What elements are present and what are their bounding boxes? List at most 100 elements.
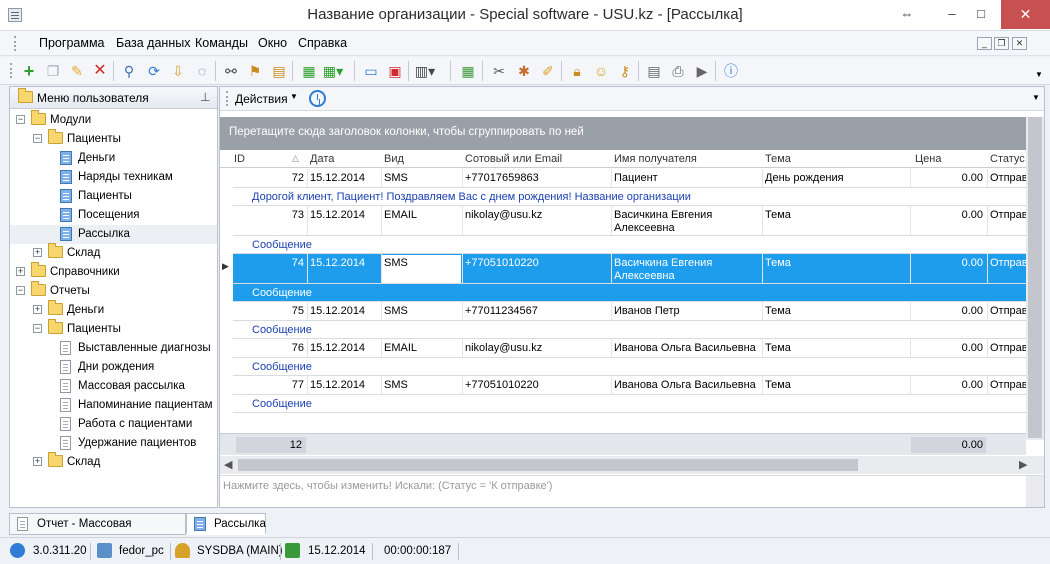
group-by-area[interactable]: Перетащите сюда заголовок колонки, чтобы… xyxy=(220,117,1026,150)
tree-item[interactable]: Массовая рассылка xyxy=(10,377,217,396)
pin-icon[interactable]: ⊥ xyxy=(200,90,210,104)
table-row[interactable]: 72 15.12.2014 SMS +77017659863 Пациент День р… xyxy=(233,169,1028,206)
toolbar-overflow-icon[interactable]: ▼ xyxy=(1030,66,1048,84)
refresh-icon[interactable]: ⟳ xyxy=(145,62,163,80)
tree-item[interactable]: Напоминание пациентам xyxy=(10,396,217,415)
menu-commands[interactable]: Команды xyxy=(195,36,248,50)
tree-item[interactable]: Пациенты xyxy=(10,187,217,206)
notepad-icon[interactable]: ✐ xyxy=(539,62,557,80)
play-icon[interactable]: ▶ xyxy=(693,62,711,80)
tree-item[interactable]: Дни рождения xyxy=(10,358,217,377)
users-icon[interactable]: ☺ xyxy=(592,62,610,80)
edit-icon[interactable]: ✎ xyxy=(68,62,86,80)
tab-mass-mailing-report[interactable]: Отчет - Массовая рассылка xyxy=(9,513,186,550)
collapse-icon[interactable]: − xyxy=(33,134,42,143)
tree-item[interactable]: − Пациенты xyxy=(10,129,217,149)
calendar-icon[interactable]: ▦ xyxy=(459,62,477,80)
actions-dropdown[interactable]: Действия xyxy=(235,92,288,106)
tree-item[interactable]: Выставленные диагнозы xyxy=(10,339,217,358)
filter-scrollbar[interactable] xyxy=(1026,476,1044,507)
mdi-minimize-button[interactable]: _ xyxy=(977,37,992,50)
tree-item[interactable]: − Пациенты xyxy=(10,319,217,339)
import-icon[interactable]: ⇩ xyxy=(169,62,187,80)
window-icon[interactable]: ▭ xyxy=(362,62,380,80)
copy-icon[interactable]: ❐ xyxy=(44,62,62,80)
horizontal-scroll-thumb[interactable] xyxy=(238,459,858,471)
table-row[interactable]: 73 15.12.2014 EMAIL nikolay@usu.kz Васичкина… xyxy=(233,206,1028,254)
column-header-id[interactable]: ID xyxy=(234,153,245,165)
tree-item[interactable]: Работа с пациентами xyxy=(10,415,217,434)
tree-item[interactable]: − Модули xyxy=(10,110,217,130)
export-menu-icon[interactable]: ▦▾ xyxy=(323,62,343,80)
tree-item[interactable]: Посещения xyxy=(10,206,217,225)
lock-icon[interactable]: 🔒︎ xyxy=(568,62,586,80)
tree-item[interactable]: + Склад xyxy=(10,243,217,263)
maximize-button[interactable]: □ xyxy=(958,0,1004,29)
clock-icon[interactable] xyxy=(309,90,326,107)
horizontal-scrollbar[interactable]: ◀ ▶ xyxy=(220,456,1044,474)
filter-icon[interactable]: ⚑ xyxy=(246,62,264,80)
export-icon[interactable]: ▤ xyxy=(270,62,288,80)
expand-icon[interactable]: + xyxy=(16,267,25,276)
key-icon[interactable]: ⚷ xyxy=(616,62,634,80)
tree-item[interactable]: Деньги xyxy=(10,149,217,168)
collapse-icon[interactable]: − xyxy=(16,115,25,124)
table-row[interactable]: 76 15.12.2014 EMAIL nikolay@usu.kz Иванова О… xyxy=(233,339,1028,376)
tree-item[interactable]: Удержание пациентов xyxy=(10,434,217,453)
excel-icon[interactable]: ▦ xyxy=(300,62,318,80)
info-icon[interactable]: ⓘ xyxy=(722,62,740,80)
column-header-topic[interactable]: Тема xyxy=(765,153,791,165)
menu-program[interactable]: Программа xyxy=(39,36,105,50)
tree-item[interactable]: + Склад xyxy=(10,452,217,472)
collapse-icon[interactable]: − xyxy=(16,286,25,295)
tree-item[interactable]: − Отчеты xyxy=(10,281,217,301)
table-row[interactable]: ▶ 74 15.12.2014 SMS +77051010220 Васичкина Ев… xyxy=(222,254,1028,302)
column-icon[interactable]: ▥▾ xyxy=(415,62,435,80)
chevron-down-icon[interactable]: ▼ xyxy=(290,92,298,101)
column-header-status[interactable]: Статус xyxy=(990,153,1025,165)
column-header-contact[interactable]: Сотовый или Email xyxy=(465,153,562,165)
filter-text[interactable]: Нажмите здесь, чтобы изменить! Искали: (… xyxy=(223,480,552,492)
toolbar-grip[interactable] xyxy=(10,63,14,78)
delete-icon[interactable]: ✕ xyxy=(91,62,109,80)
expand-icon[interactable]: + xyxy=(33,305,42,314)
menu-grip[interactable] xyxy=(14,36,18,51)
menu-database[interactable]: База данных xyxy=(116,36,190,50)
mdi-close-button[interactable]: ✕ xyxy=(1012,37,1027,50)
collapse-icon[interactable]: − xyxy=(33,324,42,333)
scroll-left-icon[interactable]: ◀ xyxy=(224,458,232,471)
close-button[interactable]: ✕ xyxy=(1001,0,1050,29)
tree-item[interactable]: Наряды техникам xyxy=(10,168,217,187)
actionbar-overflow-icon[interactable]: ▼ xyxy=(1032,93,1040,102)
paint-icon[interactable]: ✱ xyxy=(515,62,533,80)
vertical-scrollbar[interactable] xyxy=(1026,117,1044,440)
table-row[interactable]: 77 15.12.2014 SMS +77051010220 Иванова Ольга… xyxy=(233,376,1028,413)
scroll-right-icon[interactable]: ▶ xyxy=(1019,458,1027,471)
mdi-restore-button[interactable]: ❐ xyxy=(994,37,1009,50)
expand-icon[interactable]: + xyxy=(33,248,42,257)
tab-mailing[interactable]: Рассылка xyxy=(186,513,266,535)
menu-window[interactable]: Окно xyxy=(258,36,287,50)
window-add-icon[interactable]: ▣ xyxy=(386,62,404,80)
grid-icon[interactable]: ▤ xyxy=(645,62,663,80)
tree-item[interactable]: + Деньги xyxy=(10,300,217,320)
add-icon[interactable]: + xyxy=(20,62,38,80)
expand-icon[interactable]: + xyxy=(33,457,42,466)
column-header-recipient[interactable]: Имя получателя xyxy=(614,153,697,165)
column-header-date[interactable]: Дата xyxy=(310,153,334,165)
search-icon[interactable]: ⚲ xyxy=(120,62,138,80)
column-header-price[interactable]: Цена xyxy=(915,153,941,165)
table-row[interactable]: 75 15.12.2014 SMS +77011234567 Иванов Петр Те… xyxy=(233,302,1028,339)
filter-panel[interactable]: Нажмите здесь, чтобы изменить! Искали: (… xyxy=(220,475,1044,507)
binoculars-icon[interactable]: ⚯ xyxy=(222,62,240,80)
actionbar-grip[interactable] xyxy=(226,91,230,106)
menu-help[interactable]: Справка xyxy=(298,36,347,50)
print-icon[interactable]: ⎙ xyxy=(669,62,687,80)
resize-icon[interactable]: ⇔ xyxy=(887,0,927,29)
tree-item[interactable]: + Справочники xyxy=(10,262,217,282)
vertical-scroll-thumb[interactable] xyxy=(1028,117,1042,438)
comment-icon[interactable]: ◌ xyxy=(193,62,211,80)
tree-item[interactable]: Рассылка xyxy=(10,225,217,244)
tools-icon[interactable]: ✂ xyxy=(490,62,508,80)
column-header-kind[interactable]: Вид xyxy=(384,153,404,165)
